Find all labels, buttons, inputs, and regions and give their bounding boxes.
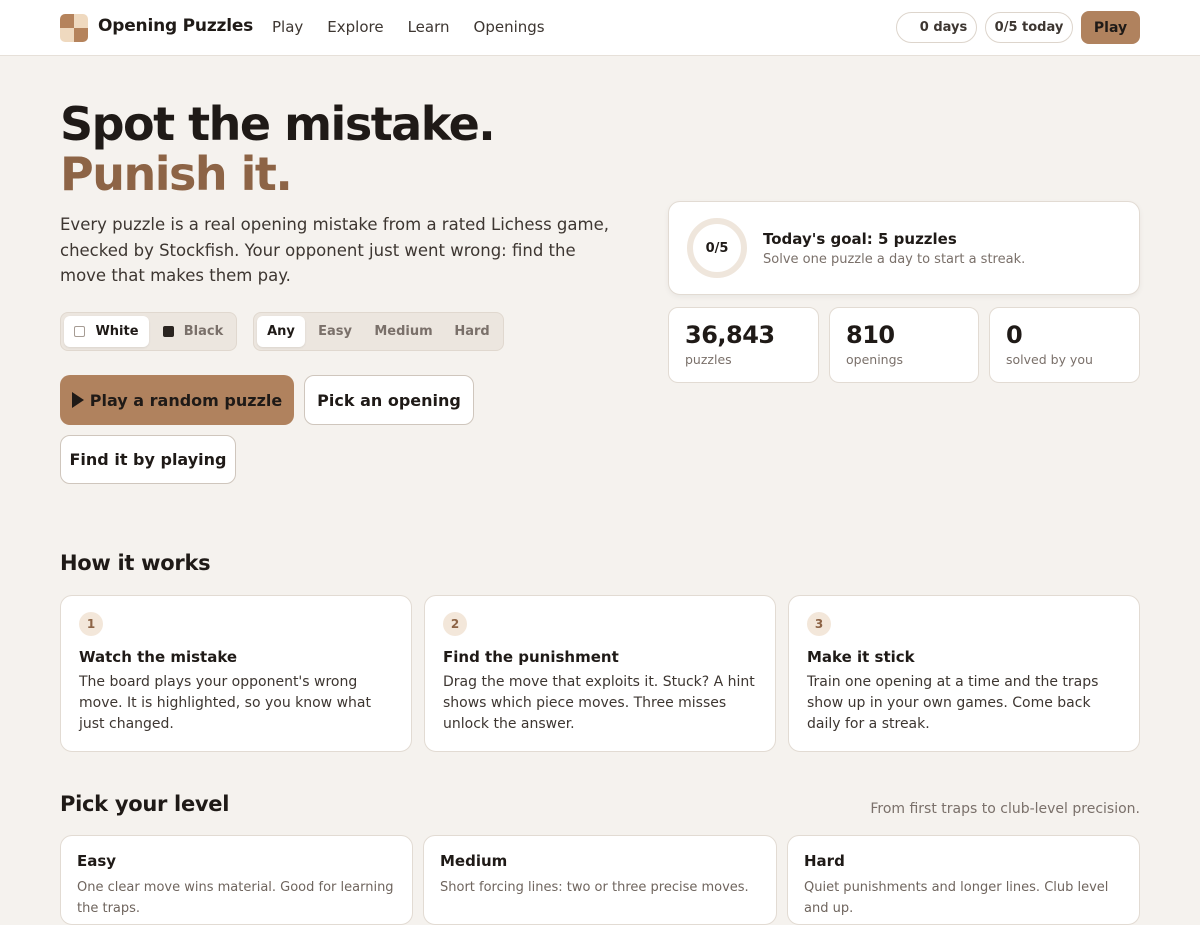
daily-goal-card: 0/5 Today's goal: 5 puzzles Solve one pu… bbox=[668, 201, 1140, 295]
streak-pill[interactable]: 0 days bbox=[896, 12, 977, 43]
find-by-playing-button[interactable]: Find it by playing bbox=[60, 435, 236, 484]
hero-intro: Every puzzle is a real opening mistake f… bbox=[60, 215, 609, 285]
stat-value: 0 bbox=[1006, 321, 1023, 349]
color-option-black[interactable]: Black bbox=[151, 316, 235, 347]
step-title: Watch the mistake bbox=[79, 648, 238, 666]
hero-title-line2: Punish it. bbox=[60, 147, 293, 201]
goal-title: Today's goal: 5 puzzles bbox=[763, 230, 957, 248]
level-name: Easy bbox=[77, 852, 117, 870]
level-name: Hard bbox=[804, 852, 845, 870]
how-it-works-title: How it works bbox=[60, 551, 211, 575]
hero-title-line1: Spot the mistake. bbox=[60, 97, 496, 151]
stat-label: puzzles bbox=[685, 352, 732, 367]
step-card-3: 3 Make it stick Train one opening at a t… bbox=[788, 595, 1140, 752]
stat-label: solved by you bbox=[1006, 352, 1093, 367]
color-option-label: Black bbox=[183, 324, 224, 339]
pick-opening-button[interactable]: Pick an opening bbox=[304, 375, 474, 425]
nav-openings[interactable]: Openings bbox=[474, 18, 545, 36]
stat-value: 810 bbox=[846, 321, 895, 349]
play-icon bbox=[71, 392, 84, 408]
play-button[interactable]: Play bbox=[1081, 11, 1140, 44]
step-number: 2 bbox=[443, 612, 467, 636]
play-random-puzzle-button[interactable]: Play a random puzzle bbox=[60, 375, 294, 425]
difficulty-option-easy[interactable]: Easy bbox=[309, 316, 361, 347]
level-card-easy[interactable]: Easy One clear move wins material. Good … bbox=[60, 835, 413, 925]
step-body: Train one opening at a time and the trap… bbox=[807, 674, 1099, 732]
stat-card-openings: 810 openings bbox=[829, 307, 979, 383]
step-number: 3 bbox=[807, 612, 831, 636]
level-name: Medium bbox=[440, 852, 508, 870]
stat-card-solved: 0 solved by you bbox=[989, 307, 1140, 383]
goal-subtitle: Solve one puzzle a day to start a streak… bbox=[763, 252, 1026, 267]
top-nav-bar: Opening Puzzles Play Explore Learn Openi… bbox=[0, 0, 1200, 56]
level-desc: One clear move wins material. Good for l… bbox=[77, 880, 394, 916]
color-option-white[interactable]: White bbox=[64, 316, 149, 347]
goal-progress-ring: 0/5 bbox=[687, 218, 747, 278]
stat-value: 36,843 bbox=[685, 321, 775, 349]
difficulty-option-any[interactable]: Any bbox=[257, 316, 305, 347]
today-progress-pill[interactable]: 0/5 today bbox=[985, 12, 1073, 43]
stat-card-puzzles: 36,843 puzzles bbox=[668, 307, 819, 383]
difficulty-option-hard[interactable]: Hard bbox=[446, 316, 498, 347]
main-nav: Play Explore Learn Openings bbox=[272, 18, 545, 36]
level-desc: Short forcing lines: two or three precis… bbox=[440, 880, 749, 895]
logo-icon[interactable] bbox=[60, 14, 88, 42]
black-square-icon bbox=[162, 326, 174, 337]
nav-learn[interactable]: Learn bbox=[408, 18, 450, 36]
play-random-label: Play a random puzzle bbox=[89, 390, 283, 410]
nav-play[interactable]: Play bbox=[272, 18, 303, 36]
step-number: 1 bbox=[79, 612, 103, 636]
nav-explore[interactable]: Explore bbox=[327, 18, 383, 36]
streak-label: 0 days bbox=[919, 20, 968, 35]
pick-level-title: Pick your level bbox=[60, 792, 230, 816]
pick-level-subtitle: From first traps to club-level precision… bbox=[870, 801, 1140, 817]
today-label: 0/5 today bbox=[994, 20, 1064, 35]
color-option-label: White bbox=[95, 324, 139, 339]
color-toggle: White Black bbox=[60, 312, 237, 351]
brand-name[interactable]: Opening Puzzles bbox=[98, 16, 253, 36]
difficulty-option-medium[interactable]: Medium bbox=[366, 316, 441, 347]
step-title: Find the punishment bbox=[443, 648, 619, 666]
goal-progress-text: 0/5 bbox=[705, 240, 729, 256]
difficulty-toggle: Any Easy Medium Hard bbox=[253, 312, 504, 351]
level-card-hard[interactable]: Hard Quiet punishments and longer lines.… bbox=[787, 835, 1140, 925]
white-square-icon bbox=[74, 326, 86, 337]
step-title: Make it stick bbox=[807, 648, 915, 666]
step-card-2: 2 Find the punishment Drag the move that… bbox=[424, 595, 776, 752]
level-desc: Quiet punishments and longer lines. Club… bbox=[804, 880, 1109, 916]
step-body: Drag the move that exploits it. Stuck? A… bbox=[443, 674, 755, 732]
level-card-medium[interactable]: Medium Short forcing lines: two or three… bbox=[423, 835, 777, 925]
stat-label: openings bbox=[846, 352, 904, 367]
step-card-1: 1 Watch the mistake The board plays your… bbox=[60, 595, 412, 752]
step-body: The board plays your opponent's wrong mo… bbox=[79, 674, 371, 732]
